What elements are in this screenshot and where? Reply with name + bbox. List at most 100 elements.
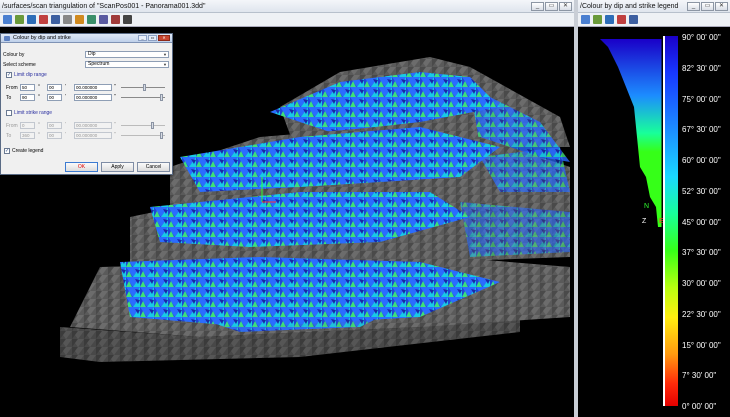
strike-from-label: From (6, 123, 18, 129)
layers-icon[interactable] (15, 15, 24, 24)
strike-from-sec-input[interactable]: 00.000000 (74, 122, 112, 129)
ok-button[interactable]: OK (65, 162, 98, 172)
legend-label: 15° 00' 00" (682, 341, 721, 350)
main-toolbar (0, 13, 574, 27)
axis-north-label: N (644, 203, 649, 210)
limit-dip-checkbox[interactable]: ✓ (6, 72, 12, 78)
slider-thumb[interactable] (160, 94, 163, 101)
limit-dip-label: Limit dip range (14, 72, 47, 78)
limit-strike-checkbox[interactable] (6, 110, 12, 116)
legend-label: 75° 00' 00" (682, 95, 721, 104)
dialog-titlebar[interactable]: Colour by dip and strike _ ▭ ✕ (1, 34, 172, 43)
apply-button[interactable]: Apply (101, 162, 134, 172)
limit-strike-label: Limit strike range (14, 110, 53, 116)
legend-window-titlebar[interactable]: /Colour by dip and strike legend _ ▭ ✕ (578, 0, 730, 13)
cancel-button[interactable]: Cancel (137, 162, 170, 172)
colour-by-value: Dip (88, 51, 96, 57)
strike-to-sec-input[interactable]: 00.000000 (74, 132, 112, 139)
create-legend-checkbox[interactable]: ✓ (4, 148, 10, 154)
main-window-titlebar[interactable]: /surfaces/scan triangulation of "ScanPos… (0, 0, 574, 13)
colour-by-dip-dialog: Colour by dip and strike _ ▭ ✕ Colour by… (0, 33, 173, 175)
settings-icon[interactable] (123, 15, 132, 24)
legend-window-title: /Colour by dip and strike legend (580, 3, 679, 10)
create-legend-label: Create legend (12, 148, 44, 154)
minimize-button[interactable]: _ (531, 2, 544, 11)
dialog-app-icon (4, 36, 10, 41)
chevron-down-icon: ▼ (163, 62, 167, 67)
strike-to-min-input[interactable]: 00 (47, 132, 62, 139)
view-icon[interactable] (3, 15, 12, 24)
view-icon[interactable] (581, 15, 590, 24)
colorbar (665, 36, 678, 406)
legend-label: 60° 00' 00" (682, 156, 721, 165)
close-button[interactable]: ✕ (559, 2, 572, 11)
legend-label: 90° 00' 00" (682, 33, 721, 42)
colour-by-select[interactable]: Dip ▼ (85, 51, 169, 58)
strike-to-label: To (6, 133, 12, 139)
restore-button[interactable]: ▭ (701, 2, 714, 11)
rotate-icon[interactable] (51, 15, 60, 24)
sec-symbol: " (114, 84, 116, 90)
select-icon[interactable] (27, 15, 36, 24)
dip-from-sec-input[interactable]: 00.000000 (74, 84, 112, 91)
dip-from-min-input[interactable]: 00 (47, 84, 62, 91)
select-icon[interactable] (605, 15, 614, 24)
legend-window: /Colour by dip and strike legend _ ▭ ✕ N… (578, 0, 730, 417)
dip-to-deg-input[interactable]: 90 (20, 94, 35, 101)
strike-from-slider[interactable] (121, 122, 165, 129)
strike-to-slider[interactable] (121, 132, 165, 139)
main-window-controls: _ ▭ ✕ (531, 2, 572, 11)
minimize-button[interactable]: _ (687, 2, 700, 11)
dialog-restore-button[interactable]: ▭ (148, 35, 157, 41)
fit-icon[interactable] (87, 15, 96, 24)
pan-icon[interactable] (63, 15, 72, 24)
sec-symbol: " (114, 94, 116, 100)
dip-from-slider[interactable] (121, 84, 165, 91)
scheme-label: Select scheme (3, 62, 36, 68)
scheme-select[interactable]: Spectrum ▼ (85, 61, 169, 68)
dip-from-deg-input[interactable]: 50 (20, 84, 35, 91)
sec-symbol: " (114, 122, 116, 128)
application: /surfaces/scan triangulation of "ScanPos… (0, 0, 730, 417)
legend-label: 30° 00' 00" (682, 279, 721, 288)
deg-symbol: ° (38, 84, 40, 90)
dialog-close-button[interactable]: ✕ (158, 35, 170, 41)
rotate-icon[interactable] (629, 15, 638, 24)
strike-from-deg-input[interactable]: 0 (20, 122, 35, 129)
dialog-controls: _ ▭ ✕ (138, 35, 170, 41)
restore-button[interactable]: ▭ (545, 2, 558, 11)
deg-symbol: ° (38, 94, 40, 100)
dialog-title: Colour by dip and strike (13, 35, 71, 41)
legend-label: 82° 30' 00" (682, 64, 721, 73)
delete-icon[interactable] (39, 15, 48, 24)
min-symbol: ' (65, 94, 66, 100)
legend-toolbar (578, 13, 730, 27)
legend-label: 0° 00' 00" (682, 402, 717, 411)
strike-from-min-input[interactable]: 00 (47, 122, 62, 129)
dip-to-slider[interactable] (121, 94, 165, 101)
legend-window-controls: _ ▭ ✕ (687, 2, 728, 11)
camera-icon[interactable] (99, 15, 108, 24)
layers-icon[interactable] (593, 15, 602, 24)
min-symbol: ' (65, 84, 66, 90)
dip-to-min-input[interactable]: 00 (47, 94, 62, 101)
legend-label: 7° 30' 00" (682, 371, 717, 380)
legend-label: 67° 30' 00" (682, 125, 721, 134)
close-button[interactable]: ✕ (715, 2, 728, 11)
dialog-minimize-button[interactable]: _ (138, 35, 147, 41)
sec-symbol: " (114, 132, 116, 138)
legend-viewport[interactable]: N Z E 90° 00' 00" 82° 30' 00" 75° 00' 00… (578, 27, 730, 417)
deg-symbol: ° (38, 132, 40, 138)
delete-icon[interactable] (617, 15, 626, 24)
deg-symbol: ° (38, 122, 40, 128)
legend-label: 45° 00' 00" (682, 218, 721, 227)
slider-thumb[interactable] (151, 122, 154, 129)
zoom-icon[interactable] (75, 15, 84, 24)
measure-icon[interactable] (111, 15, 120, 24)
slider-thumb[interactable] (160, 132, 163, 139)
slider-thumb[interactable] (143, 84, 146, 91)
axis-z-label: Z (642, 218, 647, 225)
dip-to-sec-input[interactable]: 00.000000 (74, 94, 112, 101)
strike-to-deg-input[interactable]: 360 (20, 132, 35, 139)
scheme-value: Spectrum (88, 61, 110, 67)
